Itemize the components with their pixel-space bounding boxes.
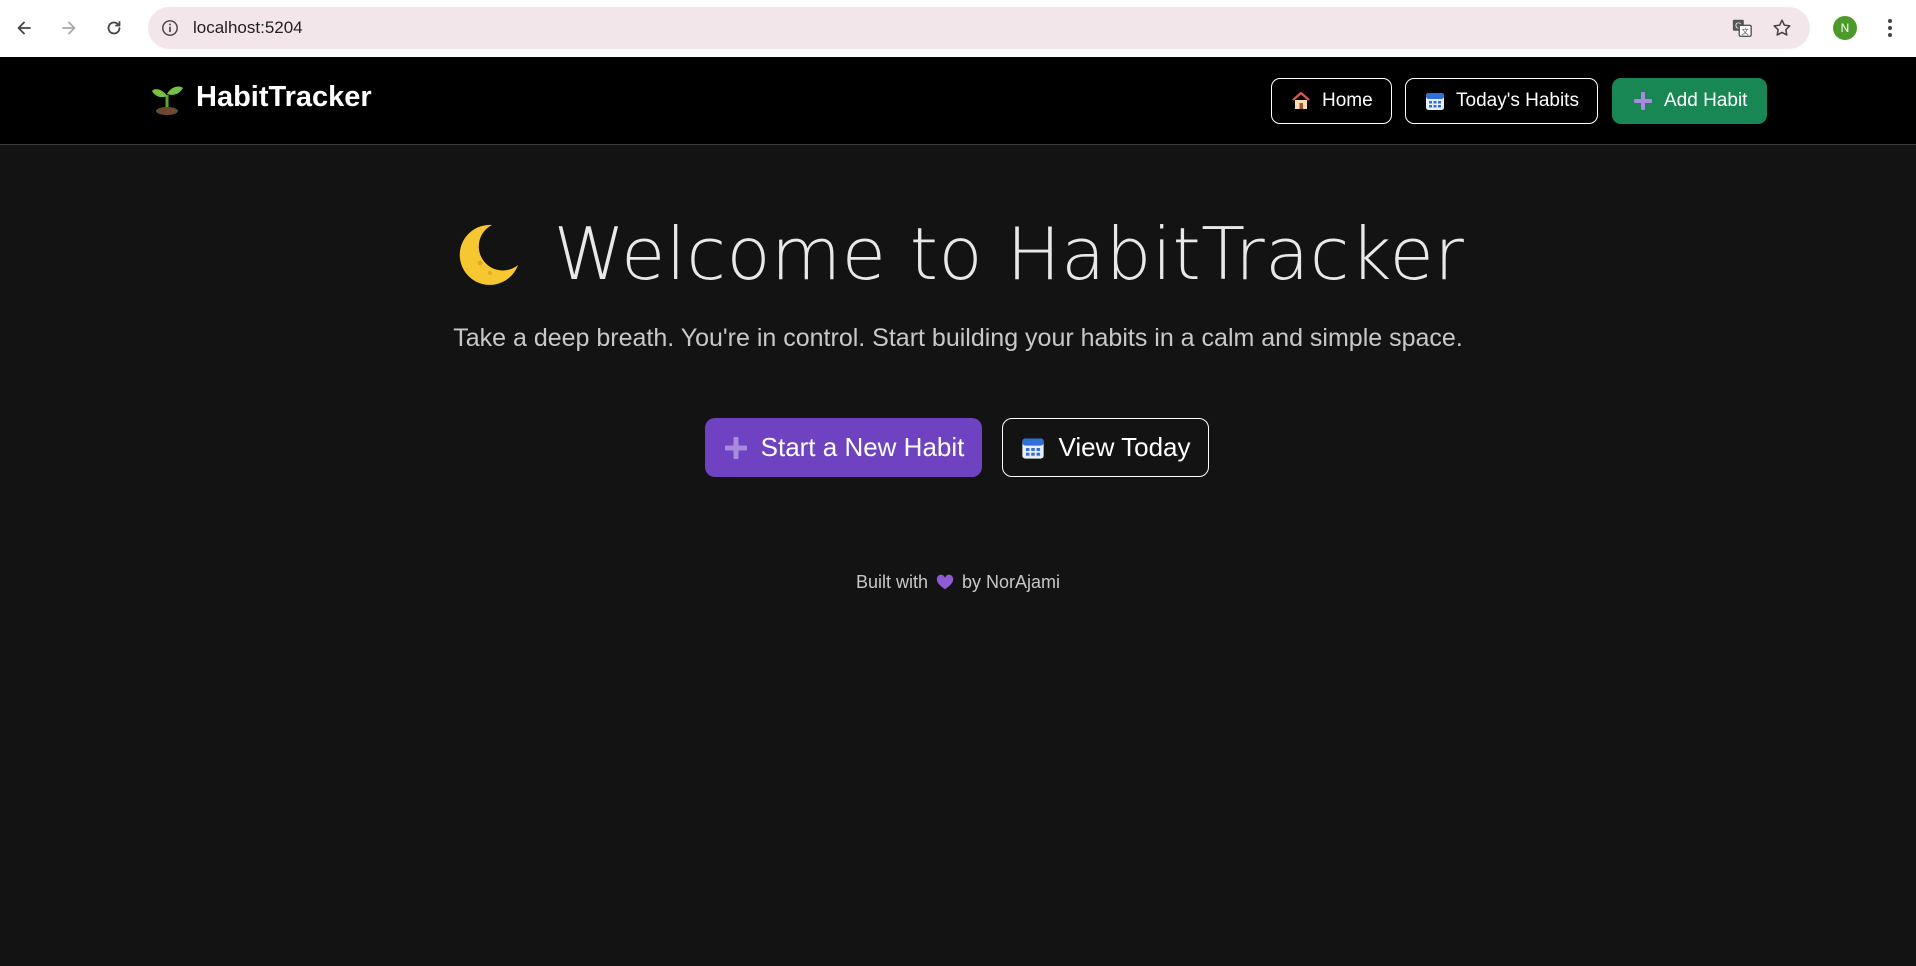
view-today-button[interactable]: View Today (1002, 418, 1209, 477)
house-icon (1290, 90, 1312, 112)
forward-button[interactable] (53, 12, 85, 44)
seedling-icon (150, 79, 184, 115)
browser-menu-icon[interactable] (1878, 14, 1902, 42)
profile-avatar[interactable]: N (1833, 16, 1857, 40)
hero-heading: Welcome to HabitTracker (0, 212, 1916, 296)
plus-icon (723, 435, 749, 461)
start-new-habit-label: Start a New Habit (760, 432, 965, 462)
nav-home-button[interactable]: Home (1271, 78, 1392, 124)
view-today-label: View Today (1058, 432, 1191, 462)
svg-text:文: 文 (1742, 27, 1750, 36)
calendar-icon (1424, 90, 1446, 112)
app-navbar: HabitTracker Home Today's Habits Add Hab… (0, 57, 1916, 145)
url-text[interactable]: localhost:5204 (193, 7, 303, 49)
hero-subtitle: Take a deep breath. You're in control. S… (453, 324, 1463, 352)
bookmark-star-icon[interactable] (1770, 16, 1794, 40)
crescent-moon-icon (452, 219, 522, 289)
footer-prefix: Built with (855, 572, 928, 592)
brand[interactable]: HabitTracker (150, 79, 372, 115)
back-button[interactable] (8, 12, 40, 44)
reload-icon (107, 21, 121, 35)
nav-add-habit-label: Add Habit (1664, 90, 1748, 111)
arrow-right-icon (62, 21, 76, 35)
footer-suffix: by NorAjami (962, 572, 1061, 592)
nav-home-label: Home (1322, 90, 1373, 111)
browser-toolbar: localhost:5204 G文 N (0, 0, 1916, 57)
translate-icon[interactable]: G文 (1730, 16, 1754, 40)
purple-heart-icon (936, 574, 954, 592)
page-title: Welcome to HabitTracker (553, 212, 1465, 296)
site-info-icon[interactable] (158, 16, 182, 40)
reload-button[interactable] (98, 12, 130, 44)
arrow-left-icon (17, 21, 31, 35)
nav-todays-habits-label: Today's Habits (1456, 90, 1579, 111)
plus-icon (1632, 90, 1654, 112)
nav-todays-habits-button[interactable]: Today's Habits (1405, 78, 1598, 124)
start-new-habit-button[interactable]: Start a New Habit (705, 418, 982, 477)
nav-add-habit-button[interactable]: Add Habit (1612, 78, 1768, 124)
calendar-icon (1020, 435, 1046, 461)
footer: Built with by NorAjami (0, 572, 1916, 593)
address-bar[interactable]: localhost:5204 G文 (148, 7, 1810, 49)
brand-name: HabitTracker (196, 80, 372, 113)
